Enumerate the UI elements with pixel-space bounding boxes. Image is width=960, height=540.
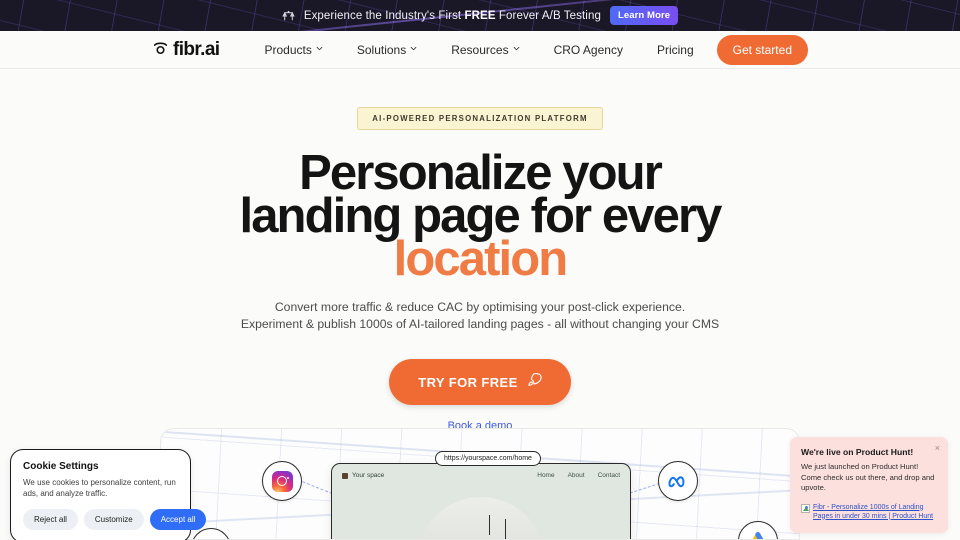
try-for-free-label: TRY FOR FREE (418, 374, 518, 390)
browser-url-pill: https://yourspace.com/home (435, 451, 541, 466)
browser-nav-contact: Contact (597, 472, 620, 479)
browser-hero-image (417, 497, 545, 539)
nav-links: Products Solutions Resources CRO Agency … (247, 43, 710, 57)
browser-nav-about: About (567, 472, 585, 479)
banner-message: Experience the Industry's First FREE For… (304, 10, 601, 22)
try-for-free-button[interactable]: TRY FOR FREE (389, 359, 571, 405)
learn-more-button[interactable]: Learn More (609, 6, 679, 25)
fibr-eye-icon (152, 40, 169, 60)
hero-badge: AI-POWERED PERSONALIZATION PLATFORM (357, 107, 603, 130)
instagram-icon (262, 461, 302, 501)
browser-brand-label: Your space (352, 472, 385, 479)
banner-text-bold: FREE (464, 9, 496, 22)
hero-title-line2: landing page for every (239, 189, 722, 243)
meta-glyph (668, 476, 685, 488)
nav-item-pricing[interactable]: Pricing (640, 43, 711, 57)
nav-item-products[interactable]: Products (247, 43, 339, 57)
banner-text-before: Experience the Industry's First (303, 9, 465, 22)
main-navigation: fibr.ai Products Solutions Resources CRO… (0, 31, 960, 69)
banner-text-after: Forever A/B Testing (495, 9, 601, 22)
lamp-cord (489, 515, 490, 535)
browser-brand: Your space (342, 472, 384, 479)
nav-item-solutions-label: Solutions (356, 42, 407, 57)
nav-item-solutions[interactable]: Solutions (340, 43, 434, 57)
product-hunt-badge-link[interactable]: Fibr - Personalize 1000s of Landing Page… (801, 503, 937, 521)
logo[interactable]: fibr.ai (152, 38, 220, 61)
product-hunt-title: We're live on Product Hunt! (801, 447, 914, 457)
customize-button[interactable]: Customize (83, 509, 144, 530)
hero-subtitle: Convert more traffic & reduce CAC by opt… (0, 299, 960, 333)
hero-illustration: https://yourspace.com/home Your space Ho… (160, 428, 800, 540)
browser-nav: Home About Contact (537, 472, 620, 479)
product-hunt-badge-alt: Fibr - Personalize 1000s of Landing Page… (813, 503, 934, 520)
nav-item-resources[interactable]: Resources (434, 43, 536, 57)
page-title: Personalize your landing page for every … (0, 149, 960, 282)
google-ads-glyph (752, 532, 764, 539)
announcement-banner: Experience the Industry's First FREE For… (0, 0, 960, 31)
accept-all-button[interactable]: Accept all (149, 509, 207, 530)
lamp-cord (505, 519, 506, 539)
rocket-icon (527, 373, 542, 391)
nav-item-cro-agency[interactable]: CRO Agency (537, 43, 640, 57)
get-started-button[interactable]: Get started (716, 34, 808, 65)
broken-image-icon (801, 503, 810, 513)
hero-title-rotator: location audience (0, 238, 960, 281)
hero-subtitle-line2: Experiment & publish 1000s of AI-tailore… (240, 317, 720, 331)
meta-icon (658, 461, 698, 501)
nav-item-products-label: Products (264, 42, 312, 57)
logo-text: fibr.ai (173, 38, 220, 60)
chevron-down-icon (316, 45, 323, 52)
cookie-dialog-actions: Reject all Customize Accept all (23, 509, 207, 530)
nav-item-resources-label: Resources (451, 42, 509, 57)
instagram-glyph (271, 470, 293, 492)
cookie-dialog-body: We use cookies to personalize content, r… (23, 478, 176, 498)
cookie-dialog-title: Cookie Settings (23, 461, 99, 472)
reject-all-button[interactable]: Reject all (23, 509, 78, 530)
browser-topbar: Your space Home About Contact (332, 464, 630, 487)
product-hunt-toast: × We're live on Product Hunt! We just la… (790, 437, 948, 533)
chevron-down-icon (513, 45, 520, 52)
close-icon[interactable]: × (935, 444, 940, 453)
browser-mockup: Your space Home About Contact Create you… (331, 463, 631, 539)
ab-test-icon (282, 9, 295, 22)
hero-subtitle-line1: Convert more traffic & reduce CAC by opt… (274, 300, 686, 314)
chevron-down-icon (410, 45, 417, 52)
product-hunt-body: We just launched on Product Hunt! Come c… (801, 462, 935, 492)
browser-nav-home: Home (537, 472, 555, 479)
cookie-settings-dialog: Cookie Settings We use cookies to person… (10, 449, 207, 540)
brand-mark-icon (342, 472, 348, 479)
hero-section: AI-POWERED PERSONALIZATION PLATFORM Pers… (0, 69, 960, 432)
